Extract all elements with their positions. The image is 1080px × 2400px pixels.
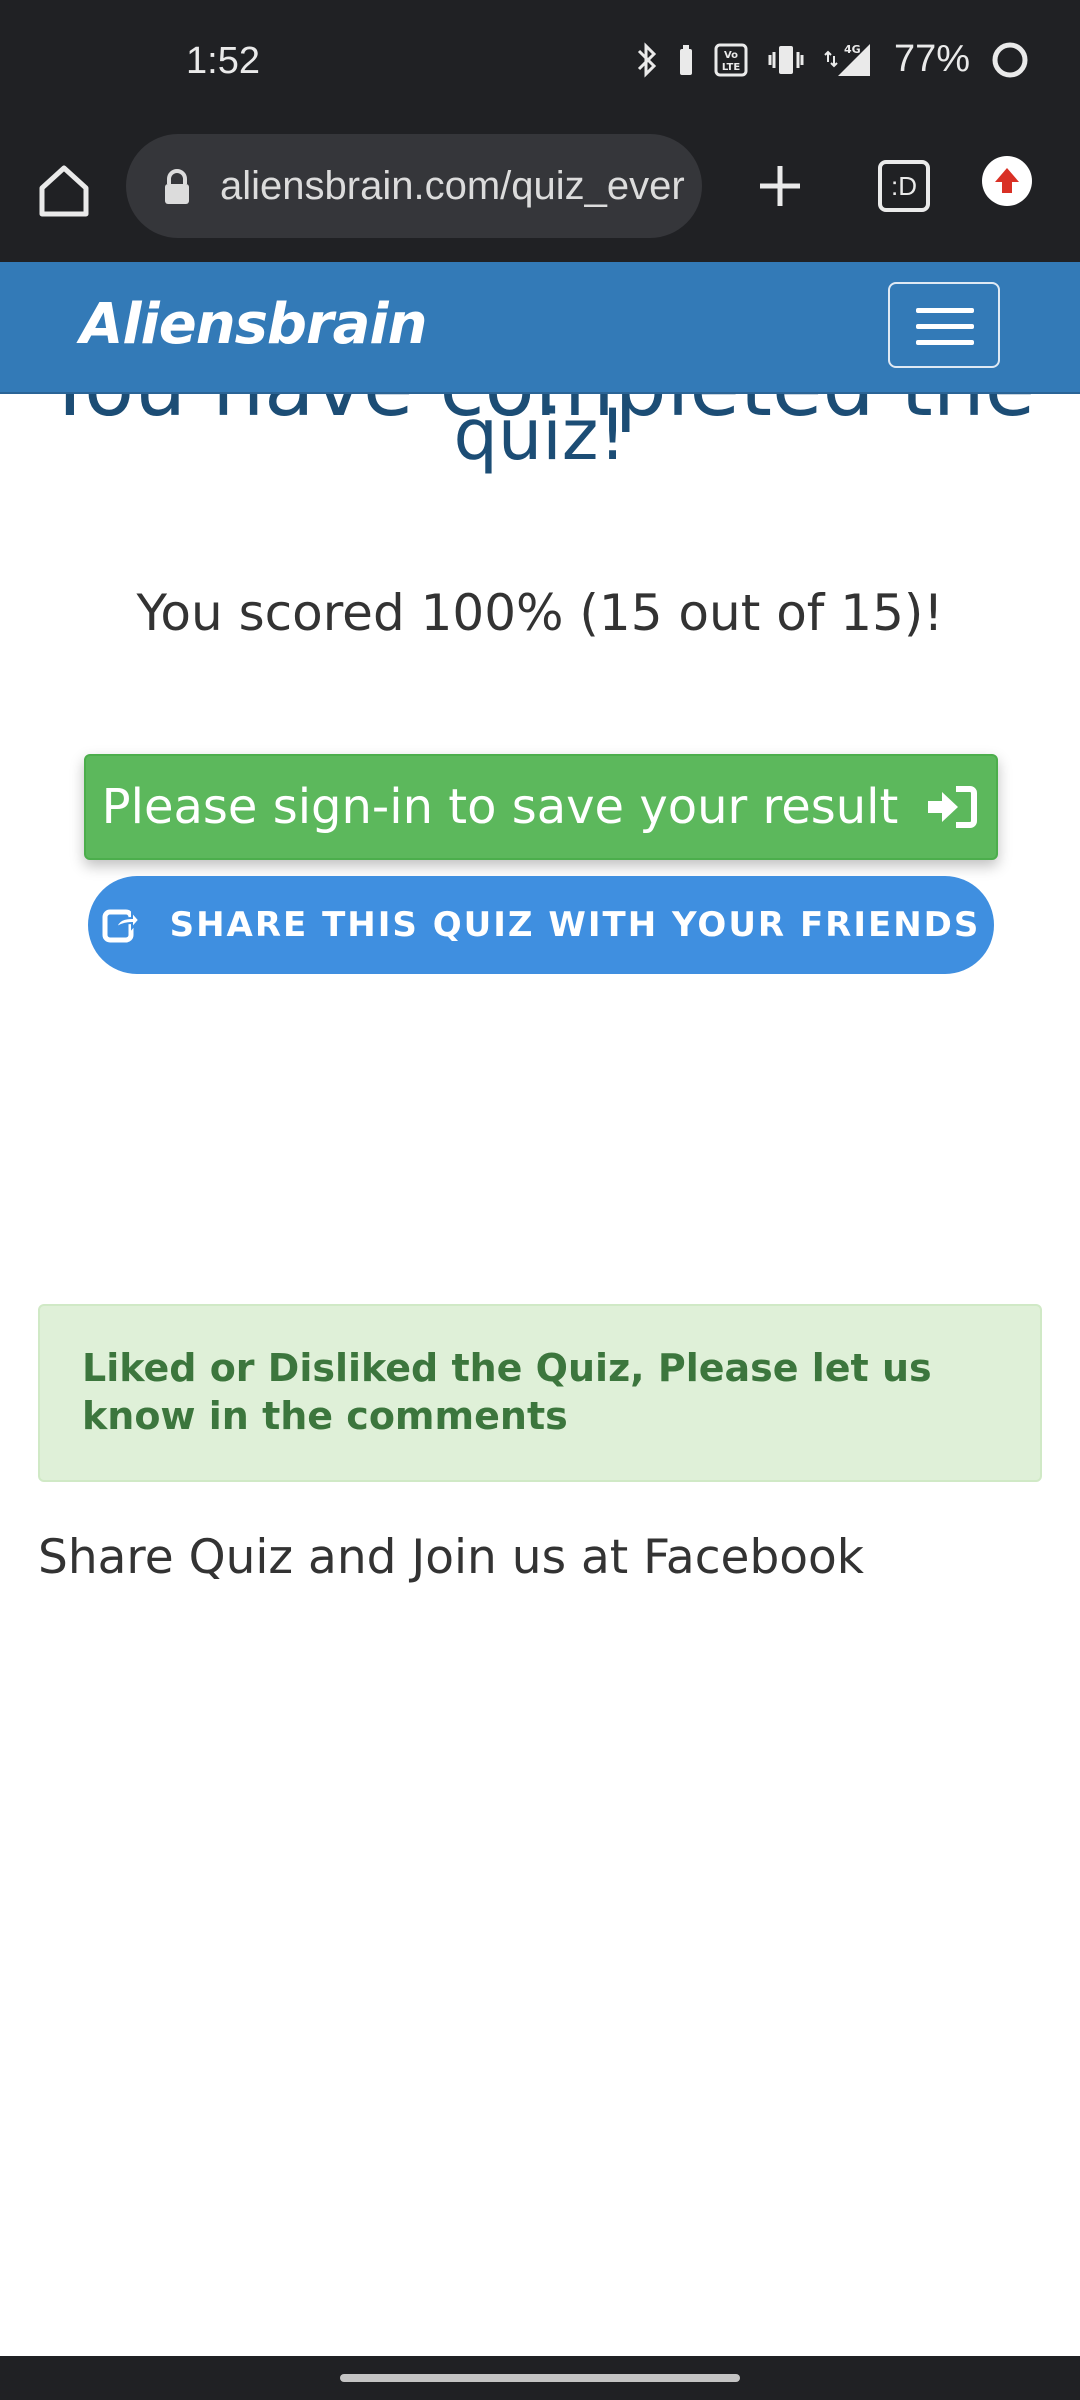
share-quiz-button[interactable]: SHARE THIS QUIZ WITH YOUR FRIENDS: [88, 876, 994, 974]
signal-4g-icon: 4G: [824, 43, 870, 76]
home-button[interactable]: [34, 160, 94, 220]
sign-in-button[interactable]: Please sign-in to save your result: [84, 754, 998, 860]
battery-saver-icon: [679, 44, 692, 75]
feedback-alert-text: Liked or Disliked the Quiz, Please let u…: [82, 1346, 932, 1438]
share-icon: [102, 909, 140, 943]
completion-heading: You have completed the quiz!: [0, 394, 1080, 494]
site-brand[interactable]: Aliensbrain: [80, 292, 427, 357]
tab-switcher-icon: :D: [891, 171, 917, 201]
home-icon: [39, 165, 89, 217]
lock-icon: [165, 169, 189, 204]
sign-in-icon: [928, 786, 978, 828]
svg-text:Vo: Vo: [724, 50, 738, 61]
heading-line-2: quiz!: [453, 394, 627, 476]
score-text: You scored 100% (15 out of 15)!: [136, 584, 944, 642]
network-label: 4G: [844, 43, 861, 56]
status-time: 1:52: [186, 40, 260, 82]
gesture-handle[interactable]: [340, 2374, 740, 2382]
url-bar[interactable]: aliensbrain.com/quiz_ever: [126, 134, 702, 238]
hamburger-icon: [916, 308, 974, 313]
status-bar: 1:52 Vo LTE 4G 77%: [0, 0, 1080, 130]
new-tab-button[interactable]: [754, 160, 806, 212]
vibrate-icon: [768, 45, 804, 74]
extension-button[interactable]: [982, 156, 1032, 206]
menu-toggle-button[interactable]: [888, 282, 1000, 368]
svg-text:LTE: LTE: [722, 62, 741, 73]
share-join-heading: Share Quiz and Join us at Facebook: [38, 1530, 865, 1585]
status-icons: Vo LTE 4G 77%: [636, 38, 1030, 81]
upload-arrow-icon: [995, 168, 1019, 193]
site-navbar: Aliensbrain: [0, 262, 1080, 394]
sign-in-label: Please sign-in to save your result: [101, 779, 899, 835]
url-text: aliensbrain.com/quiz_ever: [220, 164, 685, 208]
volte-icon: Vo LTE: [714, 43, 748, 76]
plus-icon: [760, 166, 800, 206]
feedback-alert: Liked or Disliked the Quiz, Please let u…: [38, 1304, 1042, 1482]
battery-ring-icon: [992, 42, 1028, 77]
tab-switcher-button[interactable]: :D: [878, 160, 930, 212]
browser-toolbar: aliensbrain.com/quiz_ever :D: [0, 130, 1080, 262]
system-navigation-bar: [0, 2356, 1080, 2400]
share-quiz-label: SHARE THIS QUIZ WITH YOUR FRIENDS: [169, 905, 981, 945]
battery-percent: 77%: [893, 38, 970, 80]
bluetooth-icon: [637, 41, 657, 78]
